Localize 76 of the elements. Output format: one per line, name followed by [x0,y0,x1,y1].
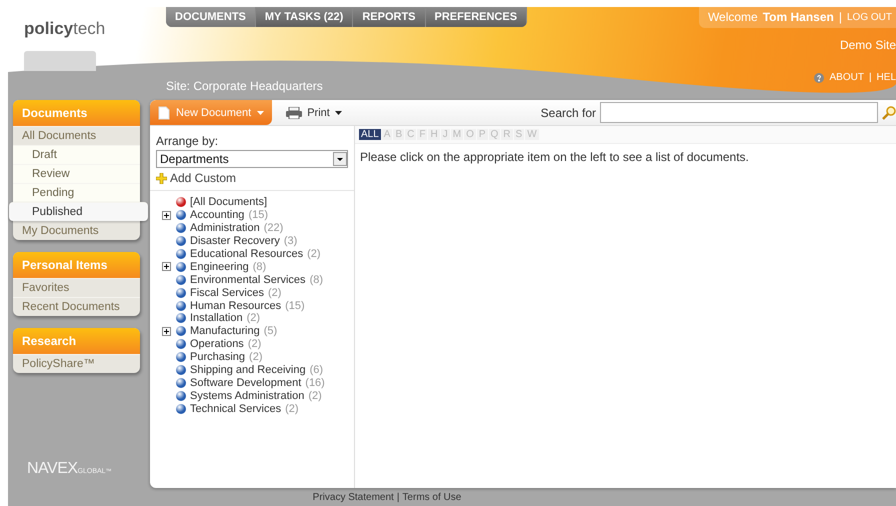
tree-item[interactable]: Fiscal Services [190,286,264,299]
plus-icon [156,172,167,184]
item-count: (8) [310,274,324,286]
help-icon [814,72,824,82]
sidebar-item[interactable]: Published [9,202,148,221]
item-count: (2) [285,402,299,415]
item-count: (6) [310,364,324,376]
search-label: Search for [540,106,596,120]
expand-icon[interactable] [162,210,171,220]
item-count: (2) [246,312,260,324]
tree-item[interactable]: Engineering [190,260,249,273]
sidebar-header: Documents [13,100,140,126]
caret-icon [257,110,264,114]
caret-icon [334,110,342,114]
separator: | [838,10,842,24]
terms-link[interactable]: Terms of Use [402,492,462,502]
tree-item[interactable]: Installation [190,312,243,324]
tree-item[interactable]: Operations [190,338,244,350]
sidebar-item[interactable]: PolicyShare™ [13,354,140,373]
user-name: Tom Hansen [762,10,834,24]
logo: policytech [24,19,106,39]
footer-separator: | [396,492,400,502]
item-count: (15) [248,209,268,222]
nav-tab[interactable]: REPORTS [353,7,426,27]
site-name: Demo Site [840,38,896,52]
privacy-link[interactable]: Privacy Statement [312,492,394,502]
item-count: (2) [268,286,282,299]
sidebar-header: Research [13,328,140,354]
sidebar-item[interactable]: Favorites [13,278,140,297]
nav-tab[interactable]: DOCUMENTS [166,7,256,27]
tree-item[interactable]: Human Resources [190,300,282,312]
item-count: (15) [285,300,305,312]
sidebar-item[interactable]: Review [13,164,140,183]
tree-item[interactable]: Technical Services [190,402,282,415]
sidebar-item[interactable]: Pending [13,183,140,202]
separator: | [868,72,872,83]
arrange-label: Arrange by: [156,134,220,148]
site-label: Site: Corporate Headquarters [165,79,324,95]
nav-tab[interactable]: PREFERENCES [426,7,528,27]
item-count: (2) [308,390,322,402]
sidebar-item[interactable]: Recent Documents [13,297,140,316]
item-count: (2) [248,338,262,350]
item-count: (3) [284,235,298,248]
tree-item[interactable]: Disaster Recovery [190,235,280,248]
sidebar-header: Personal Items [13,252,140,278]
expand-icon[interactable] [162,262,171,272]
tree-item[interactable]: Environmental Services [190,274,306,286]
welcome-text: Welcome [708,10,758,24]
item-count: (2) [307,248,321,260]
tree-item[interactable]: Shipping and Receiving [190,364,306,376]
tree-item[interactable]: Administration [190,222,260,234]
item-count: (8) [252,260,266,273]
document-icon [158,106,170,120]
printer-icon [286,106,302,118]
item-count: (5) [264,325,278,338]
expand-icon[interactable] [162,326,171,336]
search-icon[interactable] [882,106,896,120]
info-message: Please click on the appropriate item on the left to see a list of documents. [359,149,750,166]
sidebar-item[interactable]: Draft [13,145,140,164]
sidebar-item[interactable]: My Documents [13,221,140,240]
letter-filter[interactable]: ALL [359,129,381,140]
item-count: (22) [264,222,284,234]
tree-item[interactable]: Accounting [190,209,244,222]
item-count: (2) [249,351,262,364]
nav-tab[interactable]: MY TASKS (22) [256,7,354,27]
tree-item[interactable]: Purchasing [190,351,246,364]
print-button[interactable]: Print [280,106,348,120]
add-custom-link[interactable]: Add Custom [170,171,236,185]
tree-item[interactable]: Educational Resources [190,248,304,260]
search-field[interactable] [600,102,878,123]
tree-item[interactable]: Software Development [190,376,302,389]
arrange-dropdown[interactable]: Departments [156,150,348,168]
item-count: (16) [305,376,325,389]
tree-item[interactable]: Systems Administration [190,390,304,402]
tree-item[interactable]: Manufacturing [190,325,260,338]
tree-item[interactable]: [All Documents] [190,196,268,208]
